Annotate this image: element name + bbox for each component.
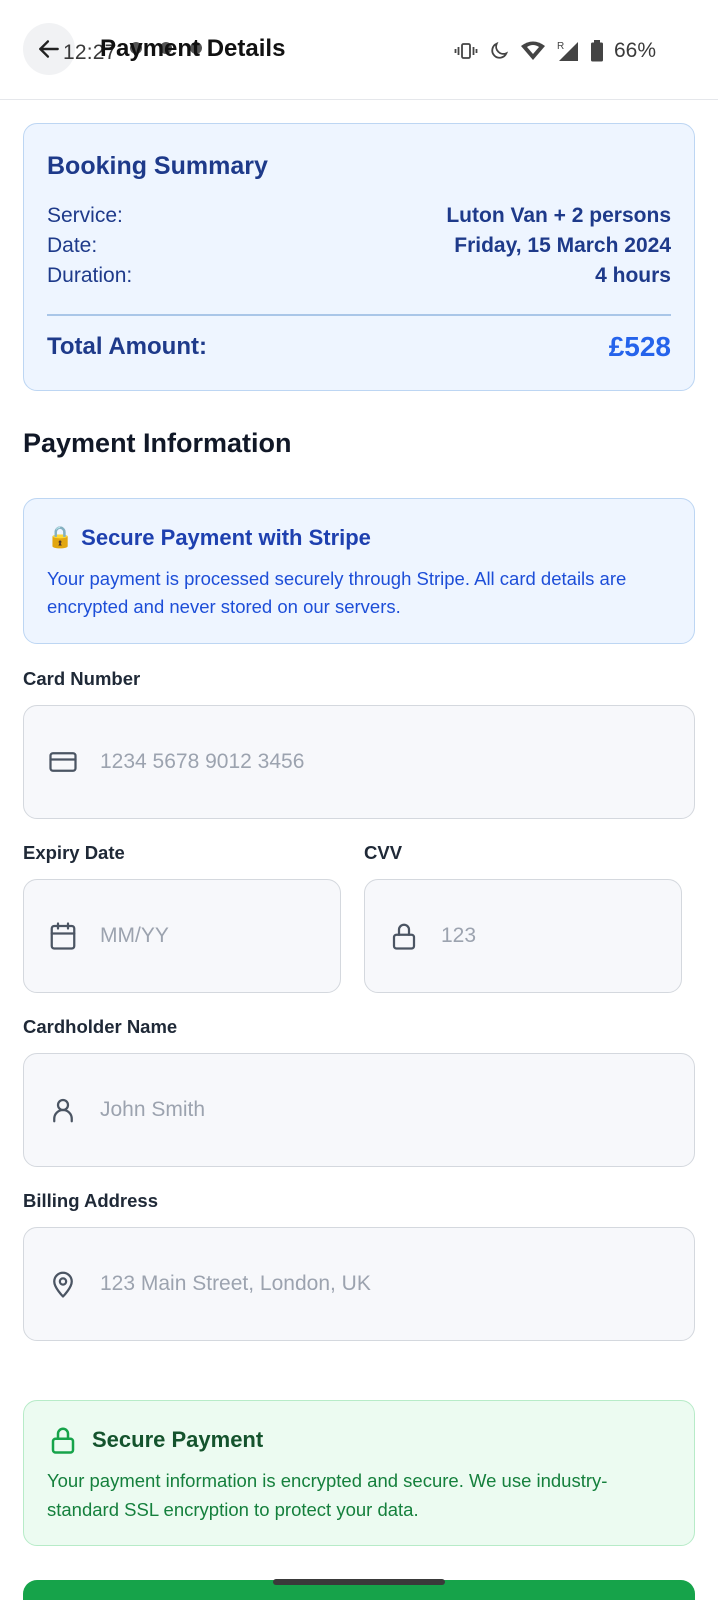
total-amount-label: Total Amount: bbox=[47, 333, 207, 360]
secure-payment-header: Secure Payment bbox=[48, 1425, 263, 1455]
summary-divider bbox=[47, 314, 671, 316]
summary-label: Duration: bbox=[47, 264, 133, 287]
battery-icon bbox=[590, 40, 603, 62]
booking-summary-title: Booking Summary bbox=[47, 152, 268, 180]
secure-payment-title: Secure Payment bbox=[92, 1427, 264, 1452]
stripe-notice: 🔒 Secure Payment with Stripe Your paymen… bbox=[23, 498, 695, 644]
stripe-notice-header: 🔒 Secure Payment with Stripe bbox=[47, 525, 371, 551]
lock-icon bbox=[51, 1427, 75, 1454]
cvv-input[interactable] bbox=[441, 924, 681, 948]
status-indicators: R 66% bbox=[454, 39, 656, 63]
credit-card-icon bbox=[48, 747, 78, 777]
expiry-date-field[interactable] bbox=[23, 879, 341, 993]
expiry-date-label: Expiry Date bbox=[23, 842, 125, 863]
payment-information-heading: Payment Information bbox=[23, 428, 292, 458]
cvv-label: CVV bbox=[364, 842, 403, 863]
card-number-field[interactable] bbox=[23, 705, 695, 819]
secure-payment-text: Your payment information is encrypted an… bbox=[47, 1470, 608, 1520]
cardholder-name-label: Cardholder Name bbox=[23, 1016, 178, 1037]
summary-row-duration: Duration: 4 hours bbox=[47, 264, 671, 288]
billing-address-input[interactable] bbox=[100, 1272, 694, 1296]
summary-row-service: Service: Luton Van + 2 persons bbox=[47, 204, 671, 228]
arrow-left-icon bbox=[39, 40, 59, 58]
stripe-notice-text: Your payment is processed securely throu… bbox=[47, 568, 627, 617]
padlock-emoji-icon: 🔒 bbox=[47, 526, 74, 549]
page-title: Payment Details bbox=[100, 35, 286, 62]
summary-row-date: Date: Friday, 15 March 2024 bbox=[47, 234, 671, 258]
battery-percent: 66% bbox=[613, 39, 656, 62]
map-pin-icon bbox=[48, 1269, 78, 1299]
lock-icon bbox=[389, 921, 419, 951]
secure-payment-notice: Secure Payment Your payment information … bbox=[23, 1400, 695, 1546]
app-header: 12:27 Payment Details R 66% bbox=[0, 0, 718, 100]
home-indicator[interactable] bbox=[273, 1579, 445, 1585]
billing-address-field[interactable] bbox=[23, 1227, 695, 1341]
summary-label: Service: bbox=[47, 204, 123, 227]
calendar-icon bbox=[48, 921, 78, 951]
user-icon bbox=[48, 1095, 78, 1125]
summary-value: Luton Van + 2 persons bbox=[446, 204, 671, 227]
booking-summary-card: Booking Summary Service: Luton Van + 2 p… bbox=[23, 123, 695, 391]
total-amount-value: £528 bbox=[608, 331, 671, 362]
cell-signal-icon: R bbox=[557, 41, 578, 61]
billing-address-label: Billing Address bbox=[23, 1190, 159, 1211]
do-not-disturb-moon-icon bbox=[491, 41, 509, 59]
vibrate-icon bbox=[454, 43, 478, 59]
wifi-icon bbox=[520, 41, 545, 60]
summary-value: Friday, 15 March 2024 bbox=[454, 234, 671, 257]
stripe-notice-title: Secure Payment with Stripe bbox=[81, 525, 371, 550]
total-amount-row: Total Amount: £528 bbox=[47, 331, 671, 363]
card-number-label: Card Number bbox=[23, 668, 141, 689]
summary-label: Date: bbox=[47, 234, 98, 257]
cardholder-name-input[interactable] bbox=[100, 1098, 694, 1122]
expiry-date-input[interactable] bbox=[100, 924, 340, 948]
svg-text:R: R bbox=[557, 41, 564, 52]
cardholder-name-field[interactable] bbox=[23, 1053, 695, 1167]
summary-value: 4 hours bbox=[595, 264, 671, 287]
cvv-field[interactable] bbox=[364, 879, 682, 993]
card-number-input[interactable] bbox=[100, 750, 694, 774]
